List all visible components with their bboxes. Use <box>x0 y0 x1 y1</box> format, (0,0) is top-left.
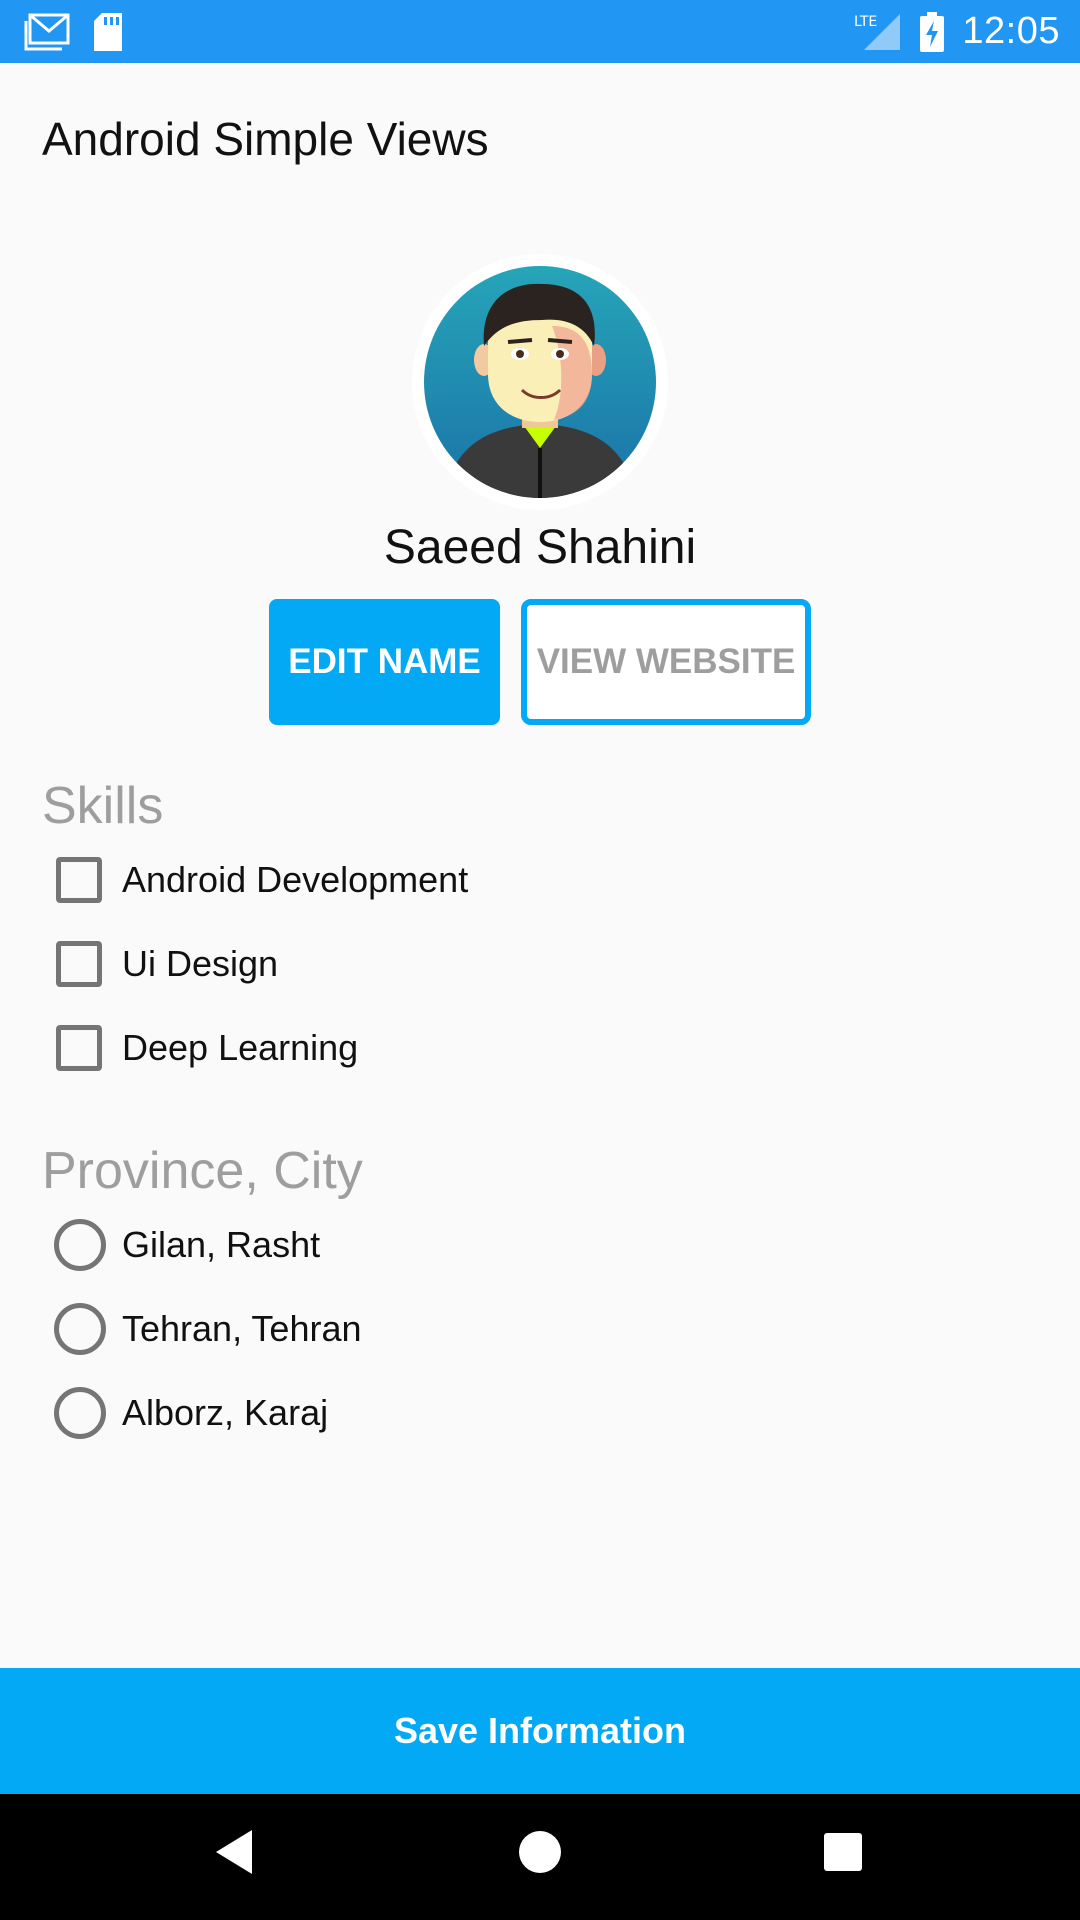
avatar <box>412 254 668 510</box>
location-title: Province, City <box>42 1142 363 1200</box>
skill-label: Deep Learning <box>122 1027 359 1068</box>
checkbox[interactable] <box>56 941 102 987</box>
profile-name: Saeed Shahini <box>383 521 697 574</box>
status-time: 12:05 <box>962 10 1060 52</box>
lte-signal-icon: LTE <box>852 12 902 52</box>
skill-label: Android Development <box>122 859 469 900</box>
radio-label: Alborz, Karaj <box>122 1392 329 1433</box>
gmail-icon <box>24 13 70 51</box>
status-bar-right: LTE 12:05 <box>852 10 1060 53</box>
radio-button[interactable] <box>54 1387 106 1439</box>
home-icon[interactable] <box>518 1830 562 1874</box>
svg-text:LTE: LTE <box>854 14 877 30</box>
recents-icon[interactable] <box>823 1832 863 1872</box>
radio-option-alborz[interactable]: Alborz, Karaj <box>54 1383 329 1443</box>
view-website-button[interactable]: VIEW WEBSITE <box>521 599 811 725</box>
edit-name-button[interactable]: EDIT NAME <box>269 599 500 725</box>
sd-card-icon <box>92 12 124 51</box>
radio-label: Tehran, Tehran <box>122 1308 362 1349</box>
radio-option-tehran[interactable]: Tehran, Tehran <box>54 1299 362 1359</box>
skills-title: Skills <box>42 777 164 835</box>
radio-button[interactable] <box>54 1303 106 1355</box>
radio-button[interactable] <box>54 1219 106 1271</box>
save-information-button[interactable]: Save Information <box>0 1668 1080 1794</box>
skill-checkbox-ui-design[interactable]: Ui Design <box>56 934 278 994</box>
skill-checkbox-deep-learning[interactable]: Deep Learning <box>56 1018 358 1078</box>
skill-checkbox-android[interactable]: Android Development <box>56 850 468 910</box>
avatar-icon <box>424 266 656 498</box>
checkbox[interactable] <box>56 857 102 903</box>
status-bar-left <box>24 12 124 51</box>
page-title: Android Simple Views <box>42 113 489 165</box>
radio-option-gilan[interactable]: Gilan, Rasht <box>54 1215 321 1275</box>
checkbox[interactable] <box>56 1025 102 1071</box>
skill-label: Ui Design <box>122 943 279 984</box>
navigation-bar <box>0 1794 1080 1920</box>
back-icon[interactable] <box>214 1828 254 1876</box>
radio-label: Gilan, Rasht <box>122 1224 321 1265</box>
battery-charging-icon <box>920 11 945 52</box>
status-bar: LTE 12:05 <box>0 0 1080 63</box>
